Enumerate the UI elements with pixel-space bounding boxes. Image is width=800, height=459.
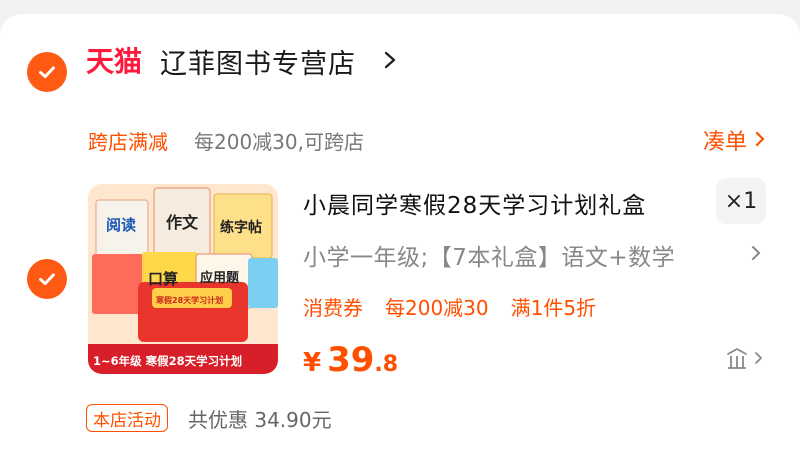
cross-store-promo: 跨店满减 每200减30,可跨店 凑单: [0, 122, 800, 156]
price-integer: 39: [327, 340, 375, 380]
product-image[interactable]: 阅读 作文 练字帖 口算 应用题 寒假28天学习计划 1~6年级 寒假28天学习…: [88, 184, 278, 374]
book-label: 应用题: [200, 270, 240, 286]
store-name[interactable]: 辽菲图书专营店: [160, 42, 356, 81]
tmall-logo: 天猫: [86, 45, 143, 78]
total-discount-text: 共优惠 34.90元: [188, 408, 332, 432]
promo-text: 每200减30,可跨店: [194, 130, 364, 154]
coupon-badge: 消费券: [303, 296, 363, 320]
box-title: 寒假28天学习计划: [155, 295, 223, 305]
product-title[interactable]: 小晨同学寒假28天学习计划礼盒: [303, 186, 646, 220]
price-compare-icon[interactable]: [726, 346, 748, 370]
book-label: 练字帖: [220, 219, 262, 236]
combine-order-link[interactable]: 凑单: [703, 124, 747, 156]
store-header[interactable]: 天猫 辽菲图书专营店: [0, 38, 800, 82]
coupon-badge: 满1件5折: [510, 296, 597, 320]
sku-selector[interactable]: 小学一年级;【7本礼盒】语文+数学: [303, 238, 675, 272]
store-activity-badge: 本店活动: [86, 404, 168, 432]
quantity-button[interactable]: ×1: [716, 178, 766, 224]
coupon-list: 消费券 每200减30 满1件5折: [303, 292, 596, 321]
price-decimal: .8: [374, 352, 399, 377]
item-select-checkbox[interactable]: [27, 259, 67, 299]
chevron-right-icon: [384, 51, 396, 69]
checkmark-icon: [39, 273, 55, 286]
book-label: 作文: [166, 213, 199, 232]
product-image-illustration: 阅读 作文 练字帖 口算 应用题 寒假28天学习计划 1~6年级 寒假28天学习…: [88, 184, 278, 374]
coupon-badge: 每200减30: [385, 296, 489, 320]
image-banner: 1~6年级 寒假28天学习计划: [93, 354, 242, 368]
promo-tag: 跨店满减: [88, 130, 168, 154]
book-label: 阅读: [106, 216, 136, 234]
product-price: ¥ 39 .8: [303, 340, 398, 380]
book-label: 口算: [148, 270, 178, 288]
price-symbol: ¥: [303, 348, 322, 378]
chevron-right-icon[interactable]: [754, 131, 766, 147]
chevron-right-icon[interactable]: [750, 244, 762, 262]
chevron-right-icon[interactable]: [754, 351, 764, 365]
